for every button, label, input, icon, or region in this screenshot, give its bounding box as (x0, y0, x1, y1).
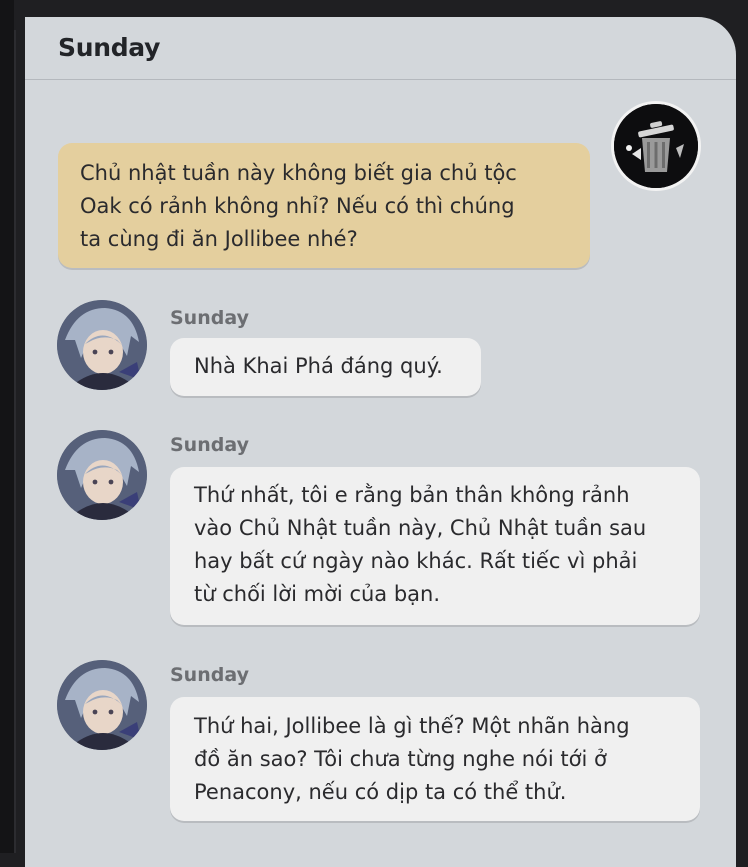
sunday-portrait-avatar (57, 430, 147, 520)
sender-name: Sunday (170, 664, 249, 686)
sunday-avatar (57, 430, 147, 520)
message-line: Nhà Khai Phá đáng quý. (194, 354, 443, 378)
message-line: Thứ nhất, tôi e rằng bản thân không rảnh (194, 483, 630, 507)
message-line: hay bất cứ ngày nào khác. Rất tiếc vì ph… (194, 549, 638, 573)
message-line: ta cùng đi ăn Jollibee nhé? (80, 227, 358, 251)
message-line: Thứ hai, Jollibee là gì thế? Một nhãn hà… (194, 714, 630, 738)
panel-divider (14, 30, 16, 853)
trash-can-avatar-icon (614, 104, 698, 188)
player-message-bubble: Chủ nhật tuần này không biết gia chủ tộc… (58, 143, 590, 268)
npc-message-bubble: Thứ nhất, tôi e rằng bản thân không rảnh… (170, 467, 700, 625)
chat-header: Sunday (25, 17, 736, 80)
sunday-portrait-avatar (57, 300, 147, 390)
npc-message-bubble: Thứ hai, Jollibee là gì thế? Một nhãn hà… (170, 697, 700, 821)
chat-title: Sunday (58, 33, 161, 62)
message-line: Oak có rảnh không nhỉ? Nếu có thì chúng (80, 194, 515, 218)
sender-name: Sunday (170, 307, 249, 329)
message-line: vào Chủ Nhật tuần này, Chủ Nhật tuần sau (194, 516, 647, 540)
message-line: từ chối lời mời của bạn. (194, 582, 441, 606)
sunday-portrait-avatar (57, 660, 147, 750)
message-line: đồ ăn sao? Tôi chưa từng nghe nói tới ở (194, 747, 607, 771)
left-panel-edge (0, 0, 14, 853)
npc-message-bubble: Nhà Khai Phá đáng quý. (170, 338, 481, 396)
player-avatar (611, 101, 701, 191)
message-line: Penacony, nếu có dịp ta có thể thử. (194, 780, 567, 804)
sunday-avatar (57, 660, 147, 750)
chat-window: Sunday Chủ nhật tuần này không biết gia … (25, 17, 736, 867)
message-line: Chủ nhật tuần này không biết gia chủ tộc (80, 161, 517, 185)
sunday-avatar (57, 300, 147, 390)
sender-name: Sunday (170, 434, 249, 456)
